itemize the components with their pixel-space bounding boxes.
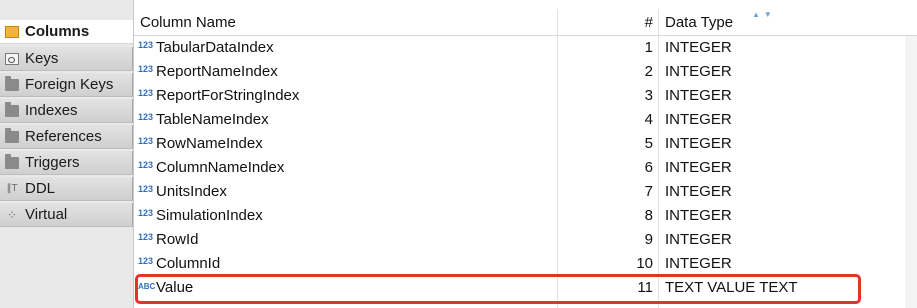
integer-type-icon: 123 <box>138 88 154 98</box>
table-row[interactable]: 123 SimulationIndex 8 INTEGER <box>134 204 917 228</box>
columns-icon <box>5 25 19 38</box>
data-type-cell[interactable]: INTEGER <box>665 63 732 80</box>
column-name-cell[interactable]: SimulationIndex <box>156 207 263 224</box>
tab-indexes-label: Indexes <box>25 102 78 119</box>
tab-keys-label: Keys <box>25 50 59 67</box>
integer-type-icon: 123 <box>138 256 154 266</box>
highlight-box <box>135 274 861 304</box>
virtual-icon: ⁘ <box>6 207 18 222</box>
table-row[interactable]: 123 RowId 9 INTEGER <box>134 228 917 252</box>
folder-icon <box>5 127 19 143</box>
tab-triggers[interactable]: Triggers <box>0 151 133 175</box>
grid-header: ▲▼ Column Name # Data Type <box>134 10 917 36</box>
tab-ddl[interactable]: ∥T DDL <box>0 177 133 201</box>
table-row[interactable]: 123 UnitsIndex 7 INTEGER <box>134 180 917 204</box>
column-name-cell[interactable]: RowId <box>156 231 199 248</box>
column-number-cell[interactable]: 5 <box>559 135 653 152</box>
tab-triggers-label: Triggers <box>25 154 80 171</box>
tab-virtual-label: Virtual <box>25 206 68 223</box>
tab-columns-label: Columns <box>25 23 90 40</box>
sort-arrows-icon[interactable]: ▲▼ <box>752 10 776 19</box>
column-number-cell[interactable]: 4 <box>559 111 653 128</box>
table-row[interactable]: 123 ReportForStringIndex 3 INTEGER <box>134 84 917 108</box>
column-number-cell[interactable]: 6 <box>559 159 653 176</box>
column-name-cell[interactable]: UnitsIndex <box>156 183 227 200</box>
key-icon <box>5 52 19 65</box>
folder-icon <box>5 101 19 117</box>
table-row[interactable]: 123 RowNameIndex 5 INTEGER <box>134 132 917 156</box>
column-number-cell[interactable]: 3 <box>559 87 653 104</box>
tab-columns[interactable]: Columns <box>0 20 133 44</box>
integer-type-icon: 123 <box>138 160 154 170</box>
columns-grid: ▲▼ Column Name # Data Type 123 TabularDa… <box>134 0 917 308</box>
data-type-cell[interactable]: INTEGER <box>665 255 732 272</box>
table-row[interactable]: 123 ColumnId 10 INTEGER <box>134 252 917 276</box>
header-data-type[interactable]: Data Type <box>665 14 733 31</box>
column-name-cell[interactable]: ReportNameIndex <box>156 63 278 80</box>
column-number-cell[interactable]: 10 <box>559 255 653 272</box>
column-name-cell[interactable]: ReportForStringIndex <box>156 87 299 104</box>
tab-virtual[interactable]: ⁘ Virtual <box>0 203 133 227</box>
table-row[interactable]: 123 TableNameIndex 4 INTEGER <box>134 108 917 132</box>
column-number-cell[interactable]: 1 <box>559 39 653 56</box>
table-row[interactable]: 123 ReportNameIndex 2 INTEGER <box>134 60 917 84</box>
data-type-cell[interactable]: INTEGER <box>665 207 732 224</box>
column-name-cell[interactable]: TableNameIndex <box>156 111 269 128</box>
integer-type-icon: 123 <box>138 136 154 146</box>
tab-references-label: References <box>25 128 102 145</box>
folder-icon <box>5 153 19 169</box>
tab-keys[interactable]: Keys <box>0 47 133 71</box>
integer-type-icon: 123 <box>138 184 154 194</box>
data-type-cell[interactable]: INTEGER <box>665 183 732 200</box>
column-name-cell[interactable]: TabularDataIndex <box>156 39 274 56</box>
tab-indexes[interactable]: Indexes <box>0 99 133 123</box>
tab-references[interactable]: References <box>0 125 133 149</box>
folder-icon <box>5 75 19 91</box>
column-number-cell[interactable]: 7 <box>559 183 653 200</box>
data-type-cell[interactable]: INTEGER <box>665 231 732 248</box>
integer-type-icon: 123 <box>138 232 154 242</box>
column-number-cell[interactable]: 2 <box>559 63 653 80</box>
integer-type-icon: 123 <box>138 40 154 50</box>
tab-foreign-keys-label: Foreign Keys <box>25 76 114 93</box>
header-column-name[interactable]: Column Name <box>140 14 236 31</box>
column-name-cell[interactable]: ColumnNameIndex <box>156 159 284 176</box>
column-name-cell[interactable]: RowNameIndex <box>156 135 263 152</box>
tab-ddl-label: DDL <box>25 180 56 197</box>
ddl-icon: ∥T <box>6 182 18 194</box>
data-type-cell[interactable]: INTEGER <box>665 87 732 104</box>
column-number-cell[interactable]: 8 <box>559 207 653 224</box>
integer-type-icon: 123 <box>138 112 154 122</box>
data-type-cell[interactable]: INTEGER <box>665 39 732 56</box>
data-type-cell[interactable]: INTEGER <box>665 135 732 152</box>
table-row[interactable]: 123 TabularDataIndex 1 INTEGER <box>134 36 917 60</box>
column-name-cell[interactable]: ColumnId <box>156 255 220 272</box>
column-number-cell[interactable]: 9 <box>559 231 653 248</box>
table-row[interactable]: 123 ColumnNameIndex 6 INTEGER <box>134 156 917 180</box>
data-type-cell[interactable]: INTEGER <box>665 111 732 128</box>
vertical-scrollbar[interactable] <box>905 36 917 308</box>
header-number[interactable]: # <box>559 14 653 31</box>
side-tab-strip: Columns Keys Foreign Keys Indexes Refere… <box>0 0 134 308</box>
tab-foreign-keys[interactable]: Foreign Keys <box>0 73 133 97</box>
integer-type-icon: 123 <box>138 208 154 218</box>
integer-type-icon: 123 <box>138 64 154 74</box>
data-type-cell[interactable]: INTEGER <box>665 159 732 176</box>
